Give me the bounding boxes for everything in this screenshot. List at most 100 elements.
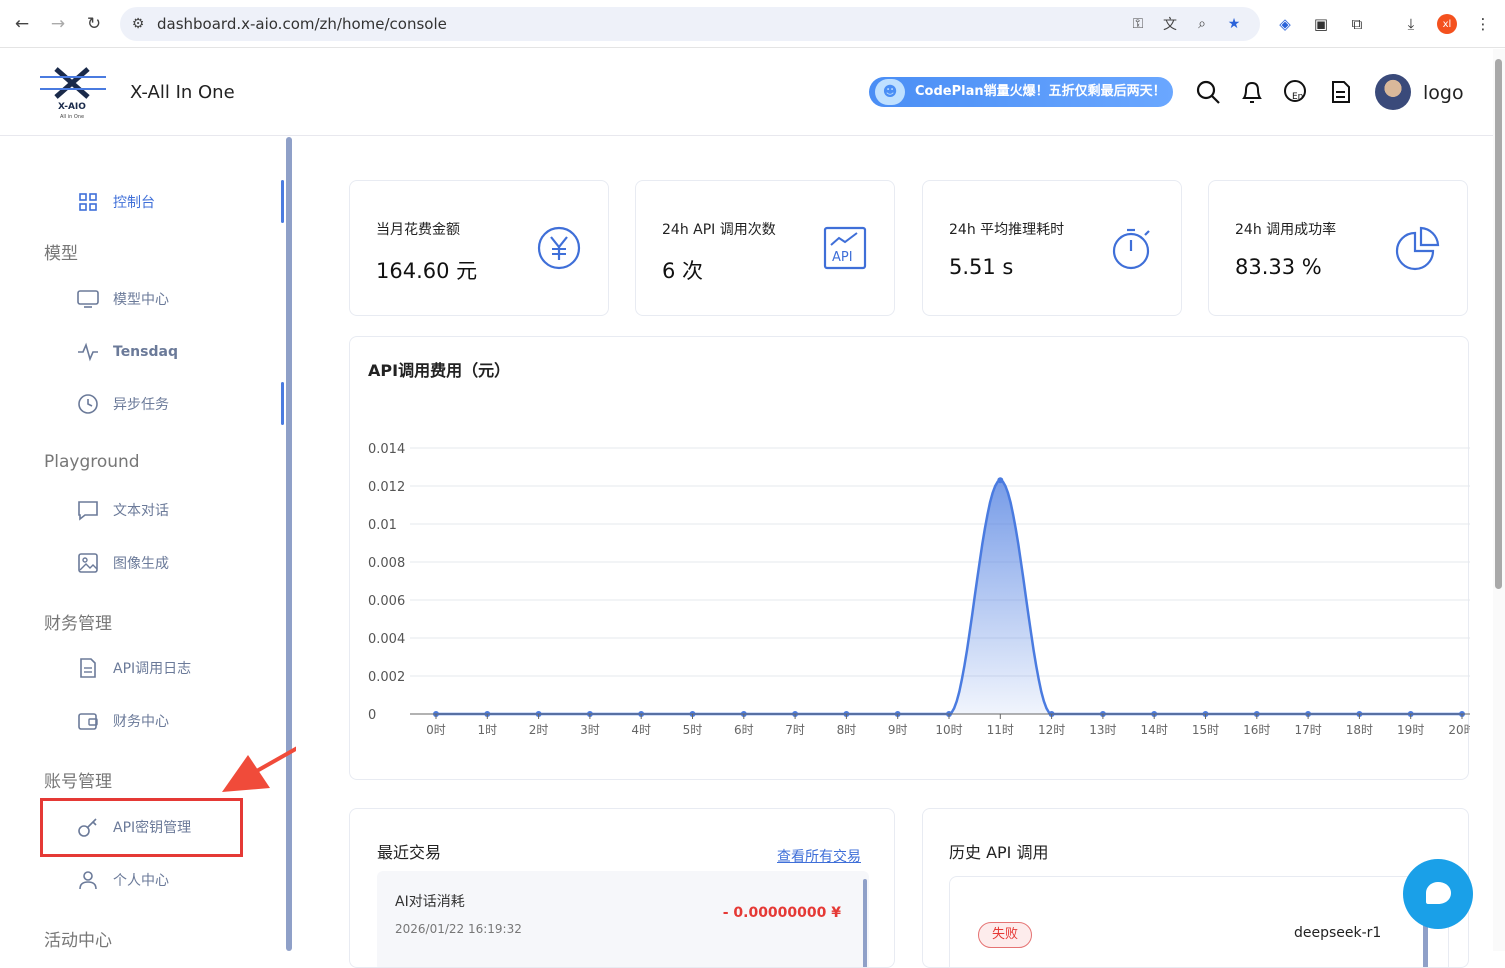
- menu-dots-icon[interactable]: ⋮: [1471, 12, 1495, 36]
- brand-name: X-All In One: [130, 82, 235, 103]
- url-text: dashboard.x-aio.com/zh/home/console: [157, 15, 447, 33]
- transactions-scrollbar[interactable]: [863, 879, 867, 967]
- pulse-icon: [76, 340, 100, 364]
- sidebar-item-async-tasks[interactable]: 异步任务: [76, 389, 169, 419]
- sidebar-item-label: 模型中心: [113, 292, 169, 308]
- x-tick-label: 3时: [580, 723, 600, 737]
- history-model: deepseek-r1: [1294, 925, 1382, 941]
- clock-icon: [76, 392, 100, 416]
- chat-bubble-icon: [76, 498, 100, 522]
- transaction-time: 2026/01/22 16:19:32: [395, 922, 522, 936]
- reload-icon[interactable]: ↻: [82, 12, 106, 36]
- browser-toolbar: ← → ↻ ⚙ dashboard.x-aio.com/zh/home/cons…: [0, 0, 1505, 48]
- bitwarden-icon[interactable]: ◈: [1273, 12, 1297, 36]
- status-badge: 失败: [978, 922, 1032, 948]
- translate-icon[interactable]: 文: [1160, 14, 1180, 34]
- sidebar-item-finance-center[interactable]: 财务中心: [76, 706, 169, 736]
- sidebar-group-model: 模型: [44, 244, 78, 264]
- stat-card-success-rate: 24h 调用成功率 83.33 %: [1208, 180, 1468, 316]
- x-tick-label: 6时: [734, 723, 754, 737]
- sidebar-item-label: 财务中心: [113, 714, 169, 730]
- sidebar-item-model-center[interactable]: 模型中心: [76, 284, 169, 314]
- y-tick-label: 0.006: [368, 594, 405, 609]
- chat-icon: [1426, 882, 1451, 904]
- sidebar-item-personal-center[interactable]: 个人中心: [76, 865, 169, 895]
- sidebar-group-finance: 财务管理: [44, 614, 112, 634]
- series-line: [436, 478, 1462, 716]
- stat-card-latency: 24h 平均推理耗时 5.51 s: [922, 180, 1182, 316]
- x-tick-label: 19时: [1397, 723, 1424, 737]
- yen-icon: [537, 226, 581, 270]
- sidebar-group-activity: 活动中心: [44, 931, 112, 951]
- sidebar-item-label: 图像生成: [113, 556, 169, 572]
- promo-banner[interactable]: ☻ CodePlan销量火爆！五折仅剩最后两天！: [869, 77, 1173, 107]
- transactions-title: 最近交易: [377, 843, 442, 862]
- api-history-card: 历史 API 调用 失败 deepseek-r1: [922, 808, 1469, 968]
- recent-transactions-card: 最近交易 查看所有交易 AI对话消耗 2026/01/22 16:19:32 -…: [349, 808, 895, 968]
- api-cost-chart-card: API调用费用（元） 0 0.002 0.004 0.006 0.008 0.01 0.01…: [349, 336, 1470, 780]
- y-tick-label: 0.002: [368, 670, 405, 685]
- logo-x-icon: [40, 67, 106, 99]
- log-file-icon: [76, 656, 100, 680]
- transaction-name: AI对话消耗: [395, 894, 465, 910]
- bookmark-star-icon[interactable]: ★: [1224, 14, 1244, 34]
- profile-avatar[interactable]: xl: [1435, 12, 1459, 36]
- extension-app-icon[interactable]: ▣: [1309, 12, 1333, 36]
- sidebar-item-console[interactable]: 控制台: [76, 187, 155, 217]
- download-icon[interactable]: ⤓: [1399, 12, 1423, 36]
- logo-subtext: All in One: [60, 114, 85, 120]
- x-tick-label: 15时: [1192, 723, 1219, 737]
- user-icon: [76, 868, 100, 892]
- svg-text:En: En: [1292, 92, 1303, 102]
- site-info-icon[interactable]: ⚙: [128, 14, 148, 34]
- sidebar-item-api-log[interactable]: API调用日志: [76, 653, 191, 683]
- stat-value: 6 次: [662, 259, 704, 283]
- stat-value: 5.51 s: [949, 255, 1014, 279]
- image-icon: [76, 551, 100, 575]
- address-bar[interactable]: ⚙ dashboard.x-aio.com/zh/home/console ⚿ …: [120, 7, 1260, 41]
- puzzle-icon[interactable]: ⧉: [1345, 12, 1369, 36]
- forward-icon[interactable]: →: [46, 12, 70, 36]
- y-tick-label: 0.01: [368, 518, 397, 533]
- zoom-icon[interactable]: ⌕: [1192, 14, 1212, 34]
- x-tick-label: 10时: [935, 723, 962, 737]
- history-title: 历史 API 调用: [949, 843, 1049, 862]
- sidebar-item-tensdaq[interactable]: Tensdaq: [76, 337, 178, 367]
- stopwatch-icon: [1112, 228, 1150, 270]
- history-row[interactable]: 失败 deepseek-r1: [949, 876, 1449, 967]
- profile-initial: xl: [1437, 14, 1457, 34]
- series-area-fill: [436, 480, 1462, 714]
- sidebar-item-text-chat[interactable]: 文本对话: [76, 495, 169, 525]
- language-icon[interactable]: En: [1283, 79, 1309, 105]
- x-tick-label: 12时: [1038, 723, 1065, 737]
- sidebar-item-label: API调用日志: [113, 661, 192, 677]
- document-icon[interactable]: [1327, 79, 1353, 105]
- x-tick-label: 4时: [631, 723, 651, 737]
- logo[interactable]: X-AIO All in One: [38, 67, 108, 123]
- transaction-amount: - 0.00000000 ¥: [722, 905, 841, 921]
- sidebar-scrollbar[interactable]: [286, 137, 292, 951]
- page-scrollbar[interactable]: [1493, 49, 1505, 951]
- chart-title: API调用费用（元）: [368, 361, 511, 380]
- key-icon[interactable]: ⚿: [1128, 14, 1148, 34]
- chat-support-button[interactable]: [1403, 859, 1473, 929]
- view-all-transactions-link[interactable]: 查看所有交易: [777, 846, 861, 866]
- y-tick-label: 0.004: [368, 632, 405, 647]
- bell-icon[interactable]: [1239, 79, 1265, 105]
- y-tick-label: 0: [368, 708, 376, 723]
- stat-label: 24h 调用成功率: [1235, 222, 1337, 238]
- wallet-icon: [76, 709, 100, 733]
- search-icon[interactable]: [1195, 79, 1221, 105]
- transaction-row[interactable]: AI对话消耗 2026/01/22 16:19:32 - 0.00000000 …: [377, 871, 869, 967]
- avatar[interactable]: [1375, 74, 1411, 110]
- active-indicator: [281, 180, 284, 223]
- x-tick-label: 20时: [1448, 723, 1470, 737]
- page-scrollbar-thumb[interactable]: [1495, 59, 1502, 589]
- api-cost-chart[interactable]: 0 0.002 0.004 0.006 0.008 0.01 0.012 0.014 0时 1时 2…: [350, 417, 1470, 747]
- pie-icon: [1395, 226, 1440, 271]
- user-name[interactable]: logo: [1423, 82, 1464, 104]
- sidebar-item-image-gen[interactable]: 图像生成: [76, 548, 169, 578]
- back-icon[interactable]: ←: [10, 12, 34, 36]
- x-tick-label: 2时: [529, 723, 549, 737]
- x-tick-label: 17时: [1294, 723, 1321, 737]
